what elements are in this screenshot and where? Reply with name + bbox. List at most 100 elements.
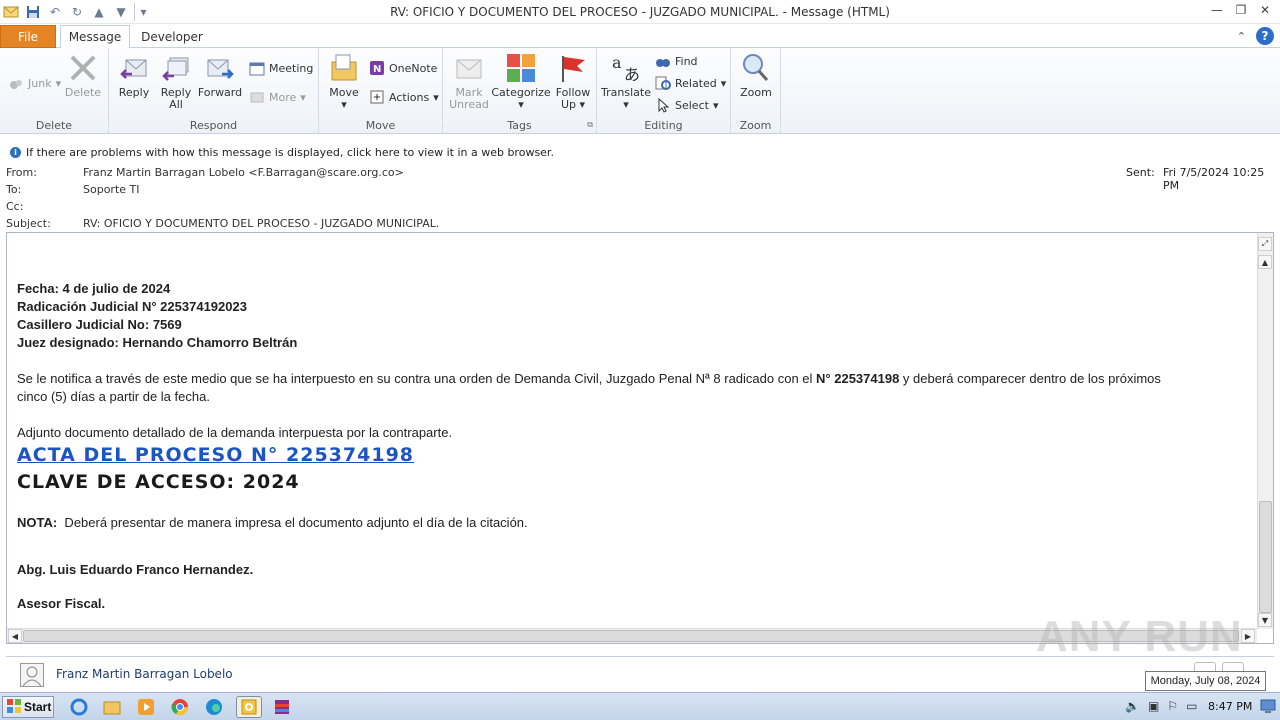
people-pane-name[interactable]: Franz Martin Barragan Lobelo — [56, 667, 233, 681]
magnifier-icon — [740, 52, 772, 84]
respond-group-label: Respond — [189, 119, 238, 132]
onenote-icon: N — [369, 60, 385, 76]
move-group: Move ▾ N OneNote Actions ▾ Move — [319, 48, 443, 134]
from-value[interactable]: Franz Martin Barragan Lobelo <F.Barragan… — [83, 166, 404, 179]
juez-line: Juez designado: Hernando Chamorro Beltrá… — [17, 335, 298, 350]
select-button[interactable]: Select ▾ — [655, 96, 718, 114]
scroll-up-icon[interactable]: ▲ — [1258, 255, 1272, 269]
meeting-button[interactable]: Meeting — [249, 59, 313, 77]
tab-file[interactable]: File — [0, 25, 56, 48]
subject-value: RV: OFICIO Y DOCUMENTO DEL PROCESO - JUZ… — [83, 217, 440, 230]
info-bar[interactable]: i If there are problems with how this me… — [0, 143, 1280, 161]
clave-line: CLAVE DE ACCESO: 2024 — [17, 471, 300, 493]
info-bar-text: If there are problems with how this mess… — [26, 145, 554, 159]
zoom-group-label: Zoom — [739, 119, 772, 132]
meeting-icon — [249, 60, 265, 76]
zoom-group: Zoom Zoom — [731, 48, 781, 134]
tab-message[interactable]: Message — [60, 25, 130, 49]
window-controls: — ❐ ✕ — [1206, 1, 1276, 19]
ie-icon[interactable] — [68, 696, 90, 718]
close-icon[interactable]: ✕ — [1254, 1, 1276, 19]
casillero-line: Casillero Judicial No: 7569 — [17, 317, 182, 332]
title-bar: ↶ ↻ ▲ ▼ ▾ RV: OFICIO Y DOCUMENTO DEL PRO… — [0, 0, 1280, 24]
minimize-ribbon-icon[interactable]: ⌃ — [1237, 30, 1246, 43]
svg-text:あ: あ — [624, 65, 640, 84]
delete-group-label: Delete — [35, 119, 73, 132]
help-icon[interactable]: ? — [1256, 27, 1274, 45]
editing-group: aあ Translate ▾ Find Related ▾ Select ▾ Edi… — [597, 48, 731, 134]
date-tooltip: Monday, July 08, 2024 — [1145, 671, 1266, 691]
network-icon[interactable]: ▣ — [1148, 699, 1159, 713]
respond-group: Reply Reply All Forward Meeting More ▾ Re… — [109, 48, 319, 134]
explorer-icon[interactable] — [101, 696, 123, 718]
avatar[interactable] — [20, 663, 44, 687]
restore-icon[interactable]: ❐ — [1230, 1, 1252, 19]
to-value[interactable]: Soporte TI — [83, 183, 140, 196]
delete-group: Junk ▾ Delete Delete — [0, 48, 109, 134]
action-center-flag-icon[interactable]: ⚐ — [1167, 699, 1178, 713]
ribbon-tabs: File Message Developer — [0, 24, 1280, 49]
adjunto-line: Adjunto documento detallado de la demand… — [17, 425, 453, 440]
reply-button[interactable]: Reply — [117, 52, 151, 99]
ribbon-help-area: ⌃ ? — [1237, 27, 1274, 45]
to-label: To: — [6, 183, 22, 196]
chrome-icon[interactable] — [169, 696, 191, 718]
watermark: ANY RUN — [1036, 612, 1243, 661]
power-icon[interactable]: ▭ — [1186, 699, 1197, 713]
zoom-button[interactable]: Zoom — [739, 52, 773, 99]
sent-value: Fri 7/5/2024 10:25 PM — [1163, 166, 1265, 192]
tags-group: Mark Unread Categorize ▾ Follow Up ▾ ⧉ T… — [443, 48, 597, 134]
delete-x-icon — [67, 52, 99, 84]
related-icon — [655, 75, 671, 91]
cursor-icon — [655, 97, 671, 113]
tags-group-label: Tags — [507, 119, 532, 132]
radicacion-line: Radicación Judicial N° 225374192023 — [17, 299, 247, 314]
zoom-fit-icon[interactable]: ⤢ — [1258, 237, 1272, 251]
show-desktop-icon[interactable] — [1260, 698, 1276, 714]
more-button[interactable]: More ▾ — [249, 88, 306, 106]
windows-logo-icon — [6, 698, 22, 717]
related-button[interactable]: Related ▾ — [655, 74, 726, 92]
mark-unread-icon — [453, 52, 485, 84]
onenote-button[interactable]: N OneNote — [369, 59, 437, 77]
start-button[interactable]: Start — [2, 696, 54, 718]
follow-up-button[interactable]: Follow Up ▾ — [553, 52, 593, 111]
minimize-icon[interactable]: — — [1206, 1, 1228, 19]
forward-button[interactable]: Forward — [198, 52, 242, 99]
find-button[interactable]: Find — [655, 52, 698, 70]
info-icon: i — [10, 146, 21, 158]
notification-paragraph: Se le notifica a través de este medio qu… — [17, 371, 1161, 386]
edge-icon[interactable] — [203, 696, 225, 718]
system-tray: 🔈 ▣ ⚐ ▭ — [1125, 699, 1197, 713]
volume-icon[interactable]: 🔈 — [1125, 699, 1140, 713]
tab-developer[interactable]: Developer — [136, 25, 208, 48]
translate-icon: aあ — [610, 52, 642, 84]
signature-title: Asesor Fiscal. — [17, 596, 106, 611]
winrar-icon[interactable] — [271, 696, 293, 718]
clock[interactable]: 8:47 PM — [1208, 700, 1252, 713]
subject-label: Subject: — [6, 217, 51, 230]
move-folder-icon — [328, 52, 360, 84]
acta-link[interactable]: ACTA DEL PROCESO N° 225374198 — [17, 443, 414, 467]
media-player-icon[interactable] — [135, 696, 157, 718]
mark-unread-button[interactable]: Mark Unread — [449, 52, 489, 111]
more-icon — [249, 89, 265, 105]
vertical-scrollbar[interactable]: ⤢ ▲ ▼ — [1257, 233, 1273, 629]
junk-button[interactable]: Junk ▾ — [8, 74, 61, 92]
outlook-task-icon[interactable] — [236, 696, 262, 718]
delete-button[interactable]: Delete — [65, 52, 101, 99]
scroll-left-icon[interactable]: ◀ — [8, 629, 22, 643]
scroll-right-icon[interactable]: ▶ — [1241, 629, 1255, 643]
translate-button[interactable]: aあ Translate ▾ — [601, 52, 651, 111]
actions-button[interactable]: Actions ▾ — [369, 88, 439, 106]
from-label: From: — [6, 166, 37, 179]
svg-text:N: N — [373, 64, 381, 75]
scroll-down-icon[interactable]: ▼ — [1258, 613, 1272, 627]
reply-all-button[interactable]: Reply All — [159, 52, 193, 111]
cc-label: Cc: — [6, 200, 24, 213]
message-pane: Fecha: 4 de julio de 2024 Radicación Jud… — [6, 232, 1274, 644]
categorize-button[interactable]: Categorize ▾ — [491, 52, 551, 111]
move-button[interactable]: Move ▾ — [327, 52, 361, 111]
sent-label: Sent: — [1126, 166, 1155, 179]
vertical-scroll-thumb[interactable] — [1259, 501, 1272, 613]
